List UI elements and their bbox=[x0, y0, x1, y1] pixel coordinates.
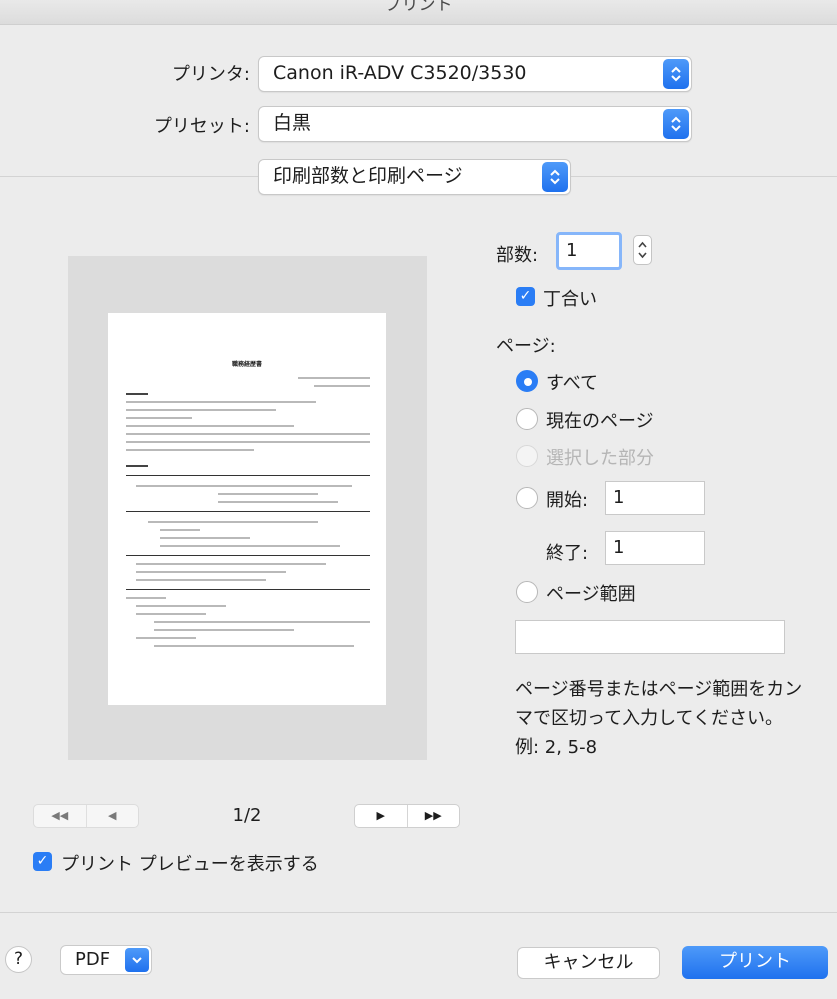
page-preview: 職務経歴書 bbox=[108, 313, 386, 705]
from-field[interactable]: 1 bbox=[605, 481, 705, 515]
preset-popup[interactable]: 白黒 bbox=[258, 106, 692, 142]
printer-value: Canon iR-ADV C3520/3530 bbox=[273, 62, 527, 84]
first-page-icon[interactable]: ◀◀ bbox=[34, 805, 86, 827]
radio-pages-range[interactable] bbox=[516, 581, 538, 603]
preset-label: プリセット: bbox=[153, 116, 250, 137]
pages-label: ページ: bbox=[496, 336, 556, 357]
preset-value: 白黒 bbox=[273, 112, 312, 134]
chevron-down-icon bbox=[125, 948, 149, 972]
pdf-label: PDF bbox=[75, 949, 111, 970]
radio-pages-selection-label: 選択した部分 bbox=[546, 448, 654, 469]
to-label: 終了: bbox=[546, 543, 589, 564]
collate-label: 丁合い bbox=[543, 289, 597, 310]
checkmark-icon: ✓ bbox=[519, 288, 532, 304]
prev-page-icon[interactable]: ◀ bbox=[85, 805, 139, 827]
copies-value: 1 bbox=[566, 240, 578, 261]
help-button[interactable]: ? bbox=[5, 946, 32, 973]
preview-doc-title: 職務経歴書 bbox=[231, 361, 262, 368]
window-title-bar: プリント bbox=[0, 0, 837, 25]
radio-pages-range-label: ページ範囲 bbox=[546, 584, 636, 605]
last-page-icon[interactable]: ▶▶ bbox=[406, 805, 460, 827]
window-title: プリント bbox=[384, 0, 453, 15]
section-value: 印刷部数と印刷ページ bbox=[273, 165, 463, 187]
prev-page-group[interactable]: ◀◀ ◀ bbox=[33, 804, 139, 828]
radio-pages-all-label: すべて bbox=[546, 373, 599, 394]
checkmark-icon: ✓ bbox=[36, 853, 49, 869]
updown-chevron-icon bbox=[542, 162, 568, 192]
updown-chevron-icon bbox=[663, 109, 689, 139]
help-icon: ? bbox=[13, 949, 24, 969]
pdf-menu-button[interactable]: PDF bbox=[60, 945, 152, 975]
radio-pages-current-label: 現在のページ bbox=[546, 411, 654, 432]
radio-pages-selection bbox=[516, 445, 538, 467]
print-label: プリント bbox=[719, 951, 791, 972]
from-label: 開始: bbox=[546, 490, 589, 511]
printer-label: プリンタ: bbox=[171, 64, 250, 85]
cancel-button[interactable]: キャンセル bbox=[517, 947, 660, 979]
next-page-icon[interactable]: ▶ bbox=[355, 805, 407, 827]
page-range-field[interactable] bbox=[515, 620, 785, 654]
section-popup[interactable]: 印刷部数と印刷ページ bbox=[258, 159, 571, 195]
page-range-help: ページ番号またはページ範囲をカンマで区切って入力してください。例: 2, 5-8 bbox=[515, 679, 803, 758]
radio-pages-from[interactable] bbox=[516, 487, 538, 509]
copies-stepper[interactable] bbox=[633, 235, 652, 265]
next-page-group[interactable]: ▶ ▶▶ bbox=[354, 804, 460, 828]
show-preview-label: プリント プレビューを表示する bbox=[61, 854, 319, 875]
copies-field[interactable]: 1 bbox=[556, 232, 622, 270]
radio-pages-current[interactable] bbox=[516, 408, 538, 430]
stepper-arrows-icon bbox=[638, 241, 647, 259]
cancel-label: キャンセル bbox=[543, 952, 634, 973]
radio-pages-all[interactable] bbox=[516, 370, 538, 392]
from-value: 1 bbox=[613, 487, 625, 508]
page-indicator: 1/2 bbox=[232, 805, 262, 826]
printer-popup[interactable]: Canon iR-ADV C3520/3530 bbox=[258, 56, 692, 92]
collate-checkbox[interactable]: ✓ bbox=[516, 287, 535, 306]
to-field[interactable]: 1 bbox=[605, 531, 705, 565]
copies-label: 部数: bbox=[496, 245, 539, 266]
footer-divider bbox=[0, 912, 837, 913]
to-value: 1 bbox=[613, 537, 625, 558]
show-preview-checkbox[interactable]: ✓ bbox=[33, 852, 52, 871]
print-button[interactable]: プリント bbox=[682, 946, 828, 979]
updown-chevron-icon bbox=[663, 59, 689, 89]
